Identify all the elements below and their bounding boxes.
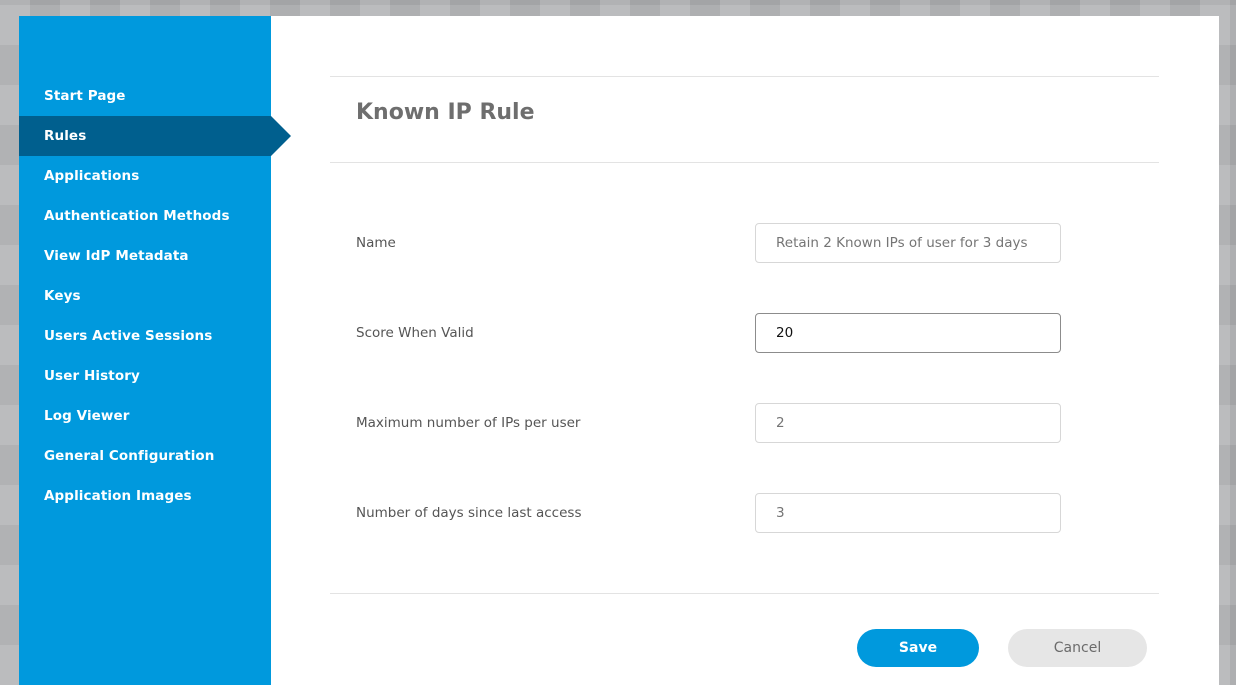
days-field[interactable] <box>755 493 1061 533</box>
divider-title <box>330 162 1159 163</box>
name-label: Name <box>356 235 396 251</box>
sidebar-item-users-active-sessions[interactable]: Users Active Sessions <box>19 316 271 356</box>
divider-bottom <box>330 593 1159 594</box>
max-ips-label: Maximum number of IPs per user <box>356 415 581 431</box>
days-label: Number of days since last access <box>356 505 582 521</box>
score-label: Score When Valid <box>356 325 474 341</box>
sidebar-item-applications[interactable]: Applications <box>19 156 271 196</box>
cancel-button[interactable]: Cancel <box>1008 629 1147 667</box>
sidebar-item-view-idp-metadata[interactable]: View IdP Metadata <box>19 236 271 276</box>
name-field[interactable] <box>755 223 1061 263</box>
page-title: Known IP Rule <box>356 100 535 125</box>
sidebar-item-user-history[interactable]: User History <box>19 356 271 396</box>
sidebar-item-rules[interactable]: Rules <box>19 116 291 156</box>
divider-top <box>330 76 1159 77</box>
app-window: Start Page Rules Applications Authentica… <box>19 16 1219 685</box>
max-ips-field[interactable] <box>755 403 1061 443</box>
save-button[interactable]: Save <box>857 629 979 667</box>
sidebar-item-start-page[interactable]: Start Page <box>19 76 271 116</box>
sidebar-item-general-configuration[interactable]: General Configuration <box>19 436 271 476</box>
sidebar-item-keys[interactable]: Keys <box>19 276 271 316</box>
main-content: Known IP Rule Name Score When Valid Maxi… <box>271 16 1219 685</box>
score-field[interactable] <box>755 313 1061 353</box>
sidebar: Start Page Rules Applications Authentica… <box>19 16 291 685</box>
sidebar-item-application-images[interactable]: Application Images <box>19 476 271 516</box>
sidebar-item-authentication-methods[interactable]: Authentication Methods <box>19 196 271 236</box>
sidebar-item-log-viewer[interactable]: Log Viewer <box>19 396 271 436</box>
